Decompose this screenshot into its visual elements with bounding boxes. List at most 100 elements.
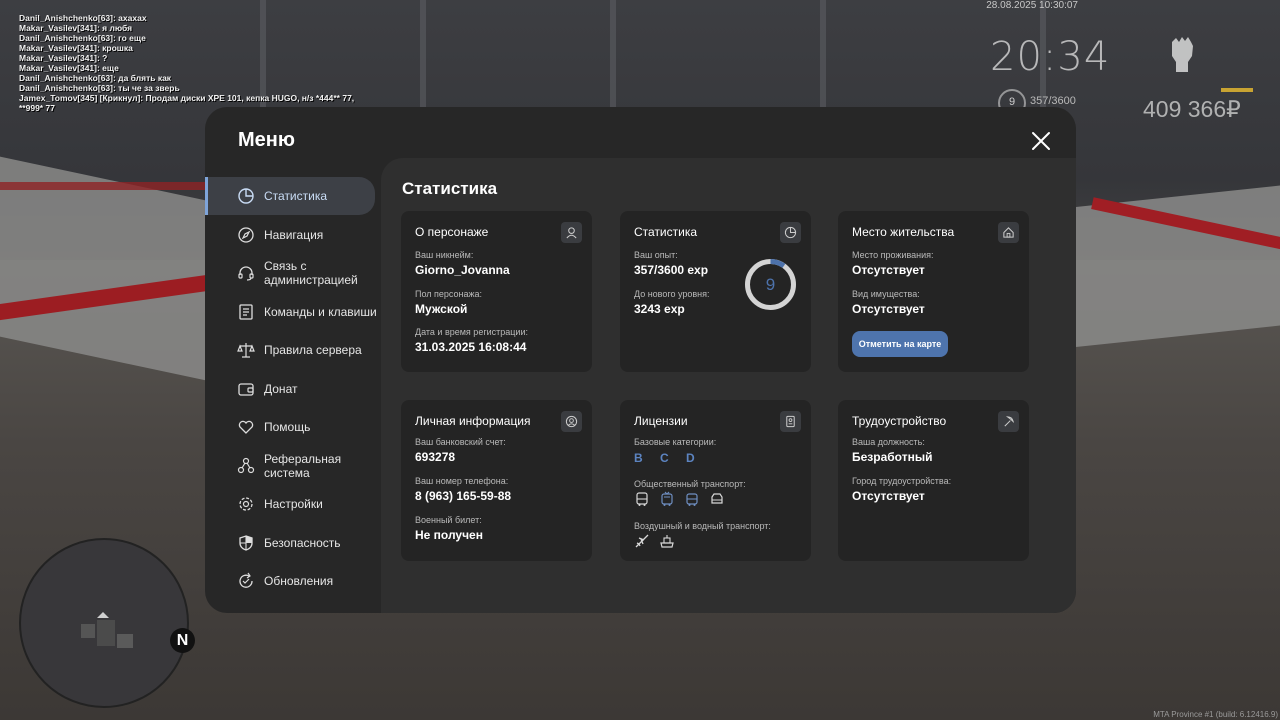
chat-line: Danil_Anishchenko[63]: ты че за зверь bbox=[19, 83, 180, 93]
work-city-value: Отсутствует bbox=[852, 489, 925, 503]
sidebar-item-security[interactable]: Безопасность bbox=[205, 524, 381, 562]
sidebar-item-rules[interactable]: Правила сервера bbox=[205, 331, 381, 369]
scales-icon bbox=[237, 343, 255, 358]
sidebar-item-label: Помощь bbox=[264, 420, 311, 434]
chat-line: Makar_Vasilev[341]: еще bbox=[19, 63, 119, 73]
public-transport-label: Общественный транспорт: bbox=[634, 479, 746, 489]
base-categories-value: B C D bbox=[634, 451, 702, 465]
id-card-icon bbox=[780, 411, 801, 432]
pickaxe-icon bbox=[998, 411, 1019, 432]
tram-icon bbox=[686, 493, 698, 506]
build-info: MTA Province #1 (build: 6.12416.9) bbox=[1153, 710, 1278, 719]
close-icon[interactable] bbox=[1029, 129, 1053, 153]
sidebar-item-label: Правила сервера bbox=[264, 343, 362, 357]
menu-title: Меню bbox=[238, 129, 295, 151]
card-title: Трудоустройство bbox=[852, 414, 947, 428]
pie-chart-icon bbox=[780, 222, 801, 243]
sidebar-item-donate[interactable]: Донат bbox=[205, 370, 381, 408]
employment-card: Трудоустройство Ваша должность: Безработ… bbox=[838, 400, 1029, 561]
minimap-buildings bbox=[81, 612, 133, 648]
exp-label: Ваш опыт: bbox=[634, 250, 678, 260]
card-title: Статистика bbox=[634, 225, 698, 239]
hud-exp: 357/3600 bbox=[1030, 95, 1076, 107]
sidebar-item-label: Реферальная система bbox=[264, 451, 342, 480]
airplane-icon bbox=[635, 534, 649, 548]
chat-line: Makar_Vasilev[341]: я любя bbox=[19, 23, 133, 33]
user-icon bbox=[561, 222, 582, 243]
fist-icon bbox=[1172, 37, 1193, 72]
mark-on-map-button[interactable]: Отметить на карте bbox=[852, 331, 948, 357]
chat-line: Danil_Anishchenko[63]: да блять как bbox=[19, 73, 172, 83]
residence-card: Место жительства Место проживания: Отсут… bbox=[838, 211, 1029, 372]
sidebar-item-settings[interactable]: Настройки bbox=[205, 485, 381, 523]
sidebar-item-statistics[interactable]: Статистика bbox=[205, 177, 375, 215]
nickname-value: Giorno_Jovanna bbox=[415, 263, 510, 277]
military-value: Не получен bbox=[415, 528, 483, 542]
next-level-label: До нового уровня: bbox=[634, 289, 710, 299]
sidebar-item-commands[interactable]: Команды и клавиши bbox=[205, 293, 381, 331]
boat-icon bbox=[660, 535, 674, 548]
trolleybus-icon bbox=[661, 491, 673, 506]
sidebar-item-admin-contact[interactable]: Связь с администрацией bbox=[205, 254, 381, 292]
next-level-value: 3243 exp bbox=[634, 302, 685, 316]
registration-value: 31.03.2025 16:08:44 bbox=[415, 340, 527, 354]
hud-money: 409 366₽ bbox=[1143, 96, 1241, 122]
sidebar-item-label: Настройки bbox=[264, 497, 323, 511]
registration-label: Дата и время регистрации: bbox=[415, 327, 528, 337]
nickname-label: Ваш никнейм: bbox=[415, 250, 474, 260]
military-label: Военный билет: bbox=[415, 515, 482, 525]
sidebar-item-label: Обновления bbox=[264, 574, 334, 588]
red-stripe bbox=[0, 182, 210, 190]
gear-icon bbox=[239, 497, 253, 511]
hud-datetime: 28.08.2025 10:30:07 bbox=[986, 0, 1078, 11]
property-label: Вид имущества: bbox=[852, 289, 920, 299]
public-transport-icons bbox=[634, 491, 725, 507]
shield-icon bbox=[239, 534, 253, 551]
chat-line: Danil_Anishchenko[63]: го еще bbox=[19, 33, 146, 43]
minimap bbox=[19, 538, 189, 708]
chat-log: Danil_Anishchenko[63]: ахахах Makar_Vasi… bbox=[19, 13, 359, 113]
phone-value: 8 (963) 165-59-88 bbox=[415, 489, 512, 503]
sidebar-item-referral[interactable]: Реферальная система bbox=[205, 447, 381, 485]
gender-value: Мужской bbox=[415, 302, 468, 316]
content-title: Статистика bbox=[402, 179, 498, 198]
place-value: Отсутствует bbox=[852, 263, 925, 277]
sidebar-item-label: Безопасность bbox=[264, 535, 341, 550]
sidebar-item-label: Навигация bbox=[264, 227, 324, 242]
card-title: Лицензии bbox=[634, 414, 688, 428]
heart-hand-icon bbox=[238, 420, 254, 434]
sidebar-item-label: Связь с администрацией bbox=[264, 259, 358, 287]
card-title: Место жительства bbox=[852, 225, 955, 239]
chat-line: Danil_Anishchenko[63]: ахахах bbox=[19, 13, 147, 23]
user-circle-icon bbox=[561, 411, 582, 432]
sidebar-item-label: Статистика bbox=[264, 189, 328, 203]
licenses-card: Лицензии Базовые категории: B C D Общест… bbox=[620, 400, 811, 561]
level-number: 9 bbox=[766, 275, 775, 294]
sidebar-item-label: Донат bbox=[264, 381, 298, 396]
character-card: О персонаже Ваш никнейм: Giorno_Jovanna … bbox=[401, 211, 592, 372]
hud-clock: 20:34 bbox=[990, 34, 1111, 80]
wallet-icon bbox=[238, 382, 254, 396]
headset-icon bbox=[238, 266, 254, 281]
base-categories-label: Базовые категории: bbox=[634, 437, 717, 447]
content-panel: Статистика О персонаже Ваш никнейм: Gior… bbox=[381, 158, 1076, 613]
sidebar-item-label: Команды и клавиши bbox=[264, 304, 377, 319]
position-label: Ваша должность: bbox=[852, 437, 925, 447]
home-icon bbox=[998, 222, 1019, 243]
sidebar-item-navigation[interactable]: Навигация bbox=[205, 216, 381, 254]
sidebar-item-help[interactable]: Помощь bbox=[205, 408, 381, 446]
sidebar: Статистика Навигация Связь с администрац… bbox=[205, 177, 381, 601]
air-water-transport-label: Воздушный и водный транспорт: bbox=[634, 521, 771, 531]
bank-value: 693278 bbox=[415, 450, 456, 464]
menu-window: Меню Статистика Навигация Связь с админи… bbox=[205, 107, 1076, 613]
chat-line: Makar_Vasilev[341]: крошка bbox=[19, 43, 133, 53]
document-icon bbox=[239, 303, 253, 320]
bus-icon bbox=[636, 492, 648, 506]
work-city-label: Город трудоустройства: bbox=[852, 476, 952, 486]
stats-card: Статистика Ваш опыт: 357/3600 exp До нов… bbox=[620, 211, 811, 372]
air-water-transport-icons bbox=[634, 533, 675, 549]
compass-icon bbox=[238, 226, 254, 243]
sidebar-item-updates[interactable]: Обновления bbox=[205, 562, 381, 600]
card-title: Личная информация bbox=[415, 414, 531, 428]
refresh-icon bbox=[239, 572, 253, 588]
